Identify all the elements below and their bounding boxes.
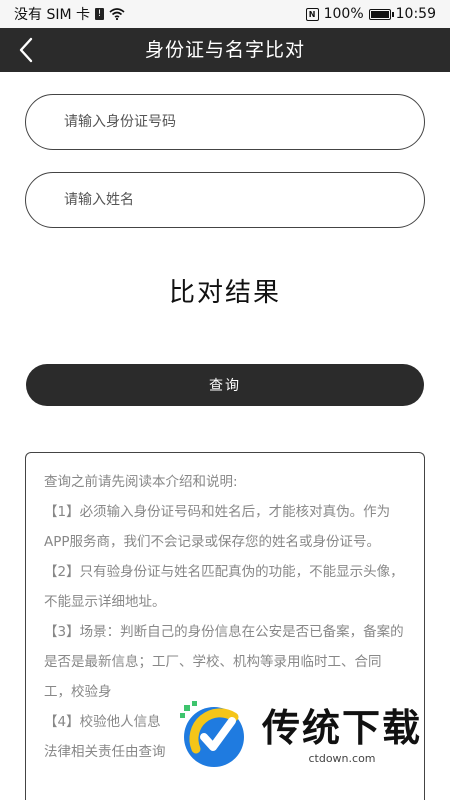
watermark: 传统下载 ctdown.com <box>176 690 436 780</box>
watermark-url: ctdown.com <box>308 751 376 765</box>
status-left: 没有 SIM 卡 ! <box>14 4 125 24</box>
watermark-brand: 传统下载 <box>262 705 423 750</box>
wifi-icon <box>109 8 125 20</box>
title-bar: 身份证与名字比对 <box>0 28 450 72</box>
notice-line: 查询之前请先阅读本介绍和说明: <box>44 474 238 490</box>
brand-logo-icon <box>180 701 244 767</box>
back-button[interactable] <box>10 34 42 66</box>
status-right: N 100% 10:59 <box>305 6 436 22</box>
chevron-left-icon <box>19 37 33 63</box>
clock: 10:59 <box>395 6 436 22</box>
sim-alert-icon: ! <box>95 8 104 20</box>
page-title: 身份证与名字比对 <box>144 39 305 61</box>
name-input[interactable] <box>25 172 425 228</box>
query-button[interactable]: 查询 <box>26 364 424 406</box>
watermark-text: 传统下载 ctdown.com <box>262 706 422 765</box>
battery-icon <box>368 8 394 20</box>
battery-percent: 100% <box>323 6 364 22</box>
notice-line: 【1】必须输入身份证号码和姓名后，才能核对真伪。作为APP服务商，我们不会记录或… <box>44 504 391 550</box>
carrier-text: 没有 SIM 卡 <box>14 7 90 23</box>
status-bar: 没有 SIM 卡 ! N 100% 10:59 <box>0 0 450 28</box>
result-heading: 比对结果 <box>168 278 281 308</box>
nfc-icon: N <box>305 7 319 21</box>
id-number-input[interactable] <box>25 94 425 150</box>
notice-line: 【2】只有验身份证与姓名匹配真伪的功能，不能显示头像，不能显示详细地址。 <box>44 564 404 610</box>
